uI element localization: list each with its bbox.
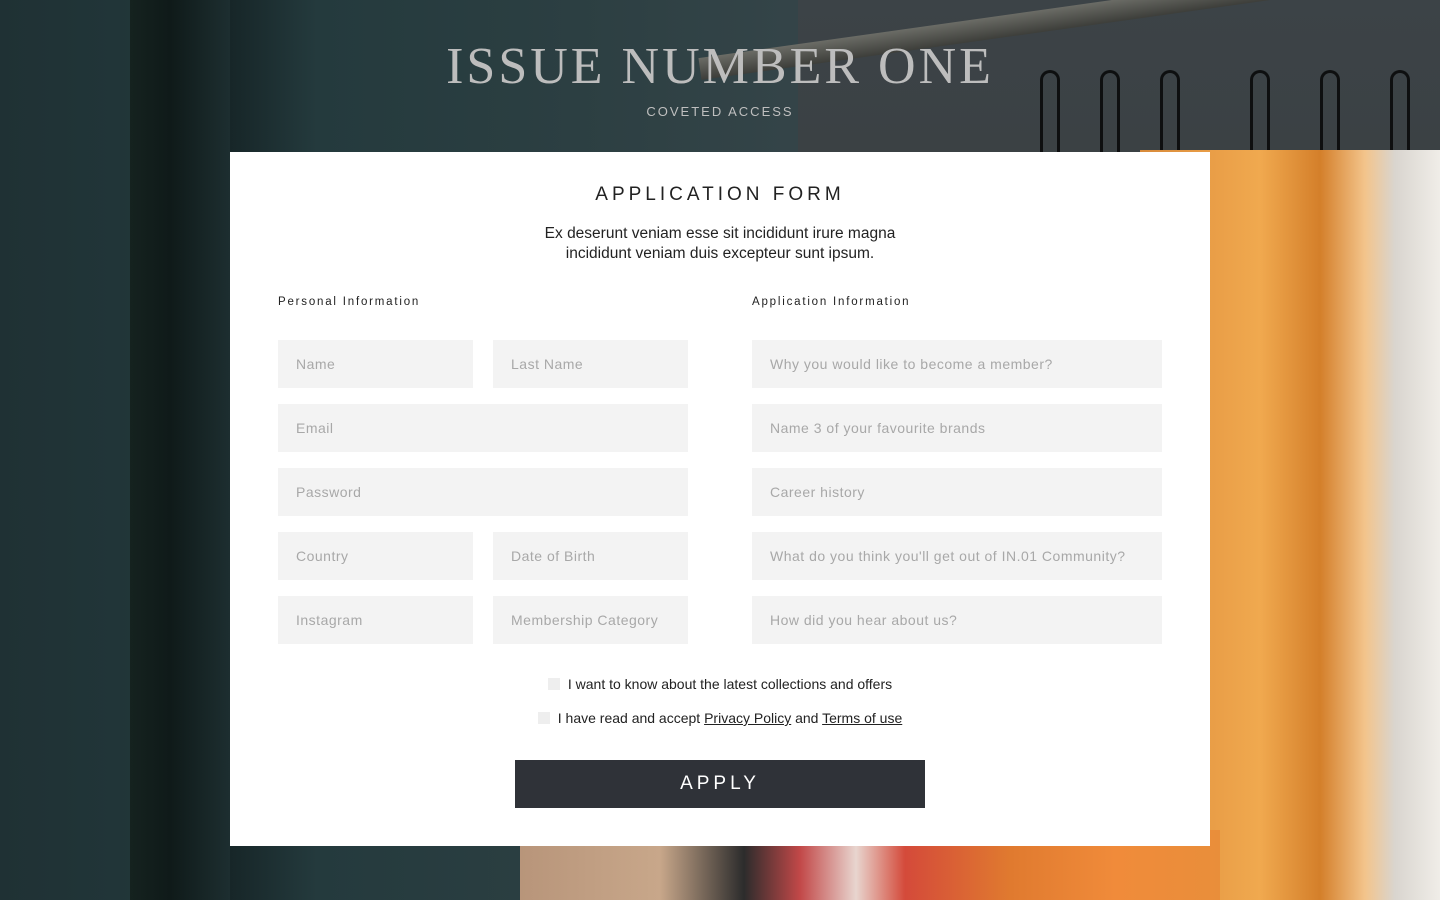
personal-section-title: Personal Information (278, 296, 421, 308)
terms-and: and (795, 710, 819, 726)
favourite-brands-input[interactable] (752, 404, 1162, 452)
terms-of-use-link[interactable]: Terms of use (822, 710, 902, 726)
password-input[interactable] (278, 468, 688, 516)
hear-about-input[interactable] (752, 596, 1162, 644)
application-section-title: Application Information (752, 296, 911, 308)
community-benefit-input[interactable] (752, 532, 1162, 580)
brand-subtitle: COVETED ACCESS (646, 104, 794, 119)
last-name-input[interactable] (493, 340, 688, 388)
country-input[interactable] (278, 532, 473, 580)
apply-button[interactable]: APPLY (515, 760, 925, 808)
newsletter-row: I want to know about the latest collecti… (230, 676, 1210, 692)
terms-checkbox[interactable] (537, 712, 550, 724)
date-of-birth-input[interactable] (493, 532, 688, 580)
newsletter-label: I want to know about the latest collecti… (567, 676, 893, 692)
form-description: Ex deserunt veniam esse sit incididunt i… (544, 225, 896, 262)
terms-row: I have read and accept Privacy Policy an… (230, 710, 1210, 726)
email-input[interactable] (278, 404, 688, 452)
why-member-input[interactable] (752, 340, 1162, 388)
name-input[interactable] (278, 340, 473, 388)
career-history-input[interactable] (752, 468, 1162, 516)
terms-prefix: I have read and accept (557, 710, 701, 726)
instagram-input[interactable] (278, 596, 473, 644)
brand-header: ISSUE NUMBER ONE COVETED ACCESS (0, 38, 1440, 119)
newsletter-checkbox[interactable] (547, 678, 560, 690)
background-door (130, 0, 230, 900)
application-form-card: APPLICATION FORM Ex deserunt veniam esse… (230, 152, 1210, 846)
membership-category-input[interactable] (493, 596, 688, 644)
privacy-policy-link[interactable]: Privacy Policy (704, 710, 791, 726)
brand-title: ISSUE NUMBER ONE (446, 38, 994, 95)
form-title: APPLICATION FORM (595, 184, 845, 205)
